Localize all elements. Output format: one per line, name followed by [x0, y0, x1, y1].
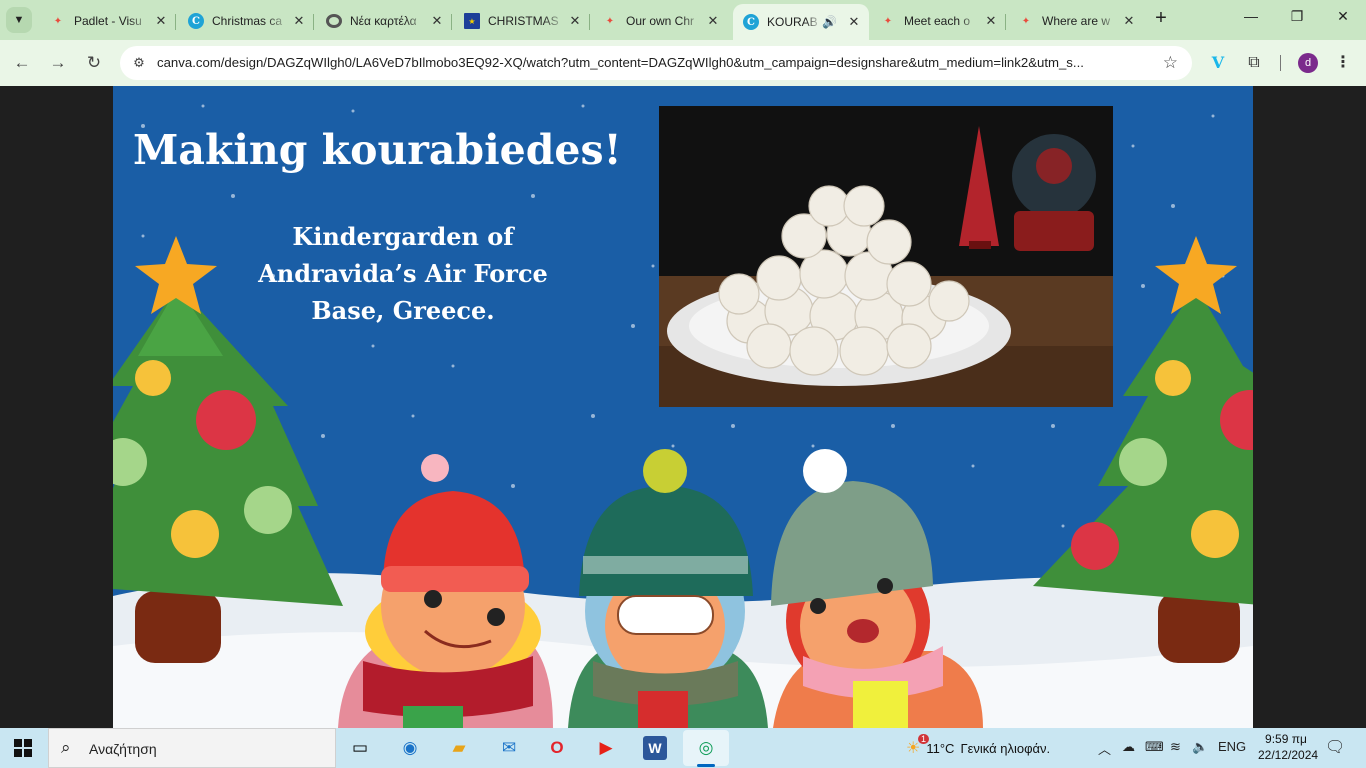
- padlet-icon: ✦: [605, 15, 615, 27]
- tab-search-button[interactable]: ▼: [6, 7, 32, 33]
- extensions-puzzle-icon[interactable]: ⧉: [1243, 52, 1265, 74]
- arrow-left-icon: ←: [13, 53, 31, 72]
- tab-title: CHRISTMAS: [488, 14, 559, 28]
- onedrive-icon[interactable]: ☁: [1122, 739, 1135, 755]
- tab-title: Padlet - Visu: [74, 14, 142, 28]
- close-icon[interactable]: ✕: [152, 13, 170, 29]
- file-explorer-icon[interactable]: ▰: [447, 736, 471, 760]
- canva-icon: C: [188, 13, 204, 29]
- weather-badge: 1: [918, 734, 930, 744]
- padlet-icon: ✦: [883, 15, 893, 27]
- tab-christmas-eu[interactable]: ★ CHRISTMAS ✕: [454, 6, 590, 36]
- tab-title: Our own Chr: [626, 14, 695, 28]
- reload-icon: ↻: [86, 53, 102, 72]
- show-hidden-icons[interactable]: ︿: [1098, 739, 1111, 758]
- windows-taskbar: ⌕ Αναζήτηση ▭ ◉ ▰ ✉ O ▶ W ◎ ☀ 11°C Γενικ…: [0, 728, 1366, 768]
- notifications-icon[interactable]: 🗨: [1325, 737, 1345, 757]
- close-icon[interactable]: ✕: [1120, 13, 1138, 29]
- plus-icon: +: [1155, 7, 1167, 29]
- restore-button[interactable]: ❐: [1282, 8, 1312, 25]
- close-icon[interactable]: ✕: [704, 13, 722, 29]
- tab-kourabiedes[interactable]: C KOURAB 🔊 ✕: [733, 4, 869, 40]
- tab-our-own-christmas[interactable]: ✦ Our own Chr ✕: [592, 6, 728, 36]
- cookie-plate-image: [659, 106, 1113, 407]
- mail-icon[interactable]: ✉: [497, 736, 521, 760]
- url-text[interactable]: canva.com/design/DAGZqWIlgh0/LA6VeD7bIlm…: [157, 55, 1147, 70]
- windows-start-button[interactable]: [14, 739, 32, 757]
- more-menu-icon[interactable]: ⋮: [1332, 52, 1354, 74]
- padlet-icon: ✦: [53, 15, 63, 27]
- tab-where-are-we[interactable]: ✦ Where are w ✕: [1008, 6, 1144, 36]
- tab-title: Where are w: [1042, 14, 1111, 28]
- word-icon[interactable]: W: [643, 736, 667, 760]
- address-bar[interactable]: ⚙ canva.com/design/DAGZqWIlgh0/LA6VeD7bI…: [120, 46, 1192, 80]
- page-viewport: Making kourabiedes! Kindergarden of Andr…: [0, 86, 1366, 728]
- speaker-icon[interactable]: 🔊: [822, 15, 837, 29]
- eu-flag-icon: ★: [464, 13, 480, 29]
- youtube-icon[interactable]: ▶: [594, 736, 618, 760]
- padlet-icon: ✦: [1021, 15, 1031, 27]
- edge-icon[interactable]: ◉: [398, 736, 422, 760]
- weather-description: Γενικά ηλιοφάν.: [960, 740, 1051, 756]
- tab-padlet-visual[interactable]: ✦ Padlet - Visu ✕: [40, 6, 176, 36]
- canva-icon: C: [743, 14, 759, 30]
- close-icon[interactable]: ✕: [428, 13, 446, 29]
- tab-strip: ▼ ✦ Padlet - Visu ✕ C Christmas ca ✕ Νέα…: [0, 0, 1366, 40]
- language-indicator[interactable]: ENG: [1218, 739, 1246, 754]
- subtitle-line: Andravida’s Air Force: [258, 259, 548, 288]
- profile-avatar[interactable]: d: [1298, 53, 1318, 73]
- chrome-icon: [326, 14, 342, 28]
- browser-toolbar: ← → ↻ ⚙ canva.com/design/DAGZqWIlgh0/LA6…: [0, 40, 1366, 86]
- subtitle-line: Kindergarden of: [292, 222, 514, 251]
- close-icon[interactable]: ✕: [290, 13, 308, 29]
- wifi-icon[interactable]: ≋: [1170, 739, 1181, 755]
- tab-christmas-canva[interactable]: C Christmas ca ✕: [178, 6, 314, 36]
- weather-temperature: 11°C: [926, 740, 955, 756]
- clock-date: 22/12/2024: [1258, 748, 1319, 762]
- search-icon: ⌕: [61, 738, 71, 757]
- kourabiedes-photo: [659, 106, 1113, 407]
- opera-icon[interactable]: O: [545, 736, 569, 760]
- close-icon[interactable]: ✕: [982, 13, 1000, 29]
- slide-title: Making kourabiedes!: [133, 126, 622, 174]
- reload-button[interactable]: ↻: [83, 52, 105, 74]
- toolbar-divider: [1280, 55, 1281, 71]
- child-green-hat: [568, 449, 768, 728]
- tab-title: Meet each o: [904, 14, 971, 28]
- bookmark-star-icon[interactable]: ☆: [1163, 53, 1178, 73]
- network-icon[interactable]: ⌨: [1145, 739, 1164, 755]
- system-clock[interactable]: 9:59 πμ 22/12/2024: [1258, 731, 1319, 763]
- chevron-down-icon: ▼: [13, 14, 25, 26]
- forward-button[interactable]: →: [47, 52, 69, 74]
- tab-meet-each-other[interactable]: ✦ Meet each o ✕: [870, 6, 1006, 36]
- chrome-icon[interactable]: ◎: [694, 736, 718, 760]
- arrow-right-icon: →: [49, 53, 67, 72]
- search-placeholder: Αναζήτηση: [89, 741, 157, 757]
- active-app-indicator: [697, 764, 715, 767]
- close-icon[interactable]: ✕: [845, 14, 863, 30]
- close-window-button[interactable]: ✕: [1328, 8, 1358, 25]
- task-view-icon[interactable]: ▭: [348, 736, 372, 760]
- new-tab-button[interactable]: +: [1150, 8, 1172, 30]
- presentation-slide[interactable]: Making kourabiedes! Kindergarden of Andr…: [113, 86, 1253, 728]
- close-icon[interactable]: ✕: [566, 13, 584, 29]
- subtitle-line: Base, Greece.: [311, 296, 495, 325]
- volume-icon[interactable]: 🔈: [1192, 739, 1208, 755]
- tab-title: KOURAB: [767, 15, 818, 29]
- tab-title: Νέα καρτέλα: [350, 14, 417, 28]
- tab-title: Christmas ca: [212, 14, 283, 28]
- minimize-icon: —: [1244, 8, 1258, 24]
- slide-subtitle: Kindergarden of Andravida’s Air Force Ba…: [233, 218, 573, 329]
- minimize-button[interactable]: —: [1236, 8, 1266, 24]
- back-button[interactable]: ←: [11, 52, 33, 74]
- taskbar-search[interactable]: ⌕ Αναζήτηση: [48, 728, 336, 768]
- clock-time: 9:59 πμ: [1265, 732, 1307, 746]
- restore-icon: ❐: [1290, 8, 1304, 24]
- tab-new-tab[interactable]: Νέα καρτέλα ✕: [316, 6, 452, 36]
- site-settings-icon[interactable]: ⚙: [130, 54, 148, 72]
- vimeo-extension-icon[interactable]: V: [1207, 52, 1229, 74]
- close-icon: ✕: [1337, 8, 1349, 24]
